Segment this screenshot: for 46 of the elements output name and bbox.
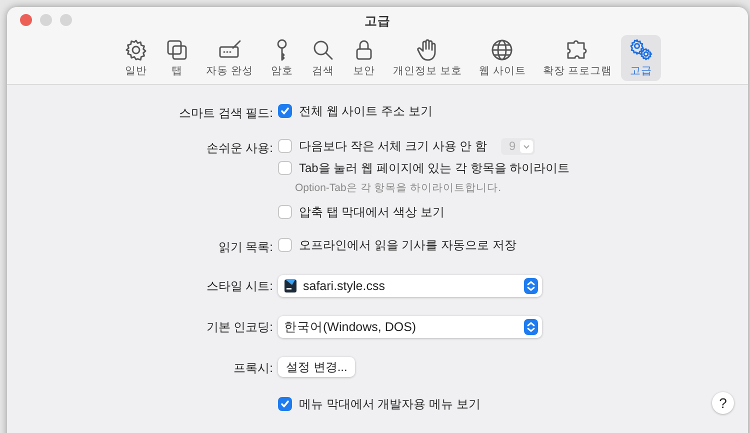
minimize-button[interactable] [40,14,52,26]
checkbox[interactable] [278,397,292,411]
checkmark-icon [280,106,290,116]
chevron-up-down-icon [524,319,538,335]
window-title: 고급 [364,13,390,30]
globe-icon [490,38,514,62]
setting-label: 프록시: [234,360,273,377]
popup-menu[interactable]: safari.style.css [278,275,542,297]
toolbar-tab[interactable]: 웹 사이트 [471,34,534,81]
zoom-button[interactable] [60,14,72,26]
checkbox-label: 오프라인에서 읽을 기사를 자동으로 저장 [299,237,516,254]
checkbox[interactable] [278,205,292,219]
toolbar-tab[interactable]: 일반 [116,34,156,81]
gear-icon [124,38,148,62]
checkbox[interactable] [278,238,292,252]
checkbox[interactable] [278,104,292,118]
close-button[interactable] [20,14,32,26]
help-button[interactable]: ? [712,392,734,414]
toolbar-tab[interactable]: 탭 [157,34,198,81]
checkbox-label: 메뉴 막대에서 개발자용 메뉴 보기 [299,396,480,413]
setting-label: 기본 인코딩: [206,319,273,336]
checkbox[interactable] [278,161,292,175]
tabs-icon [165,38,190,62]
hint-text: Option-Tab은 각 항목을 하이라이트합니다. [294,181,502,196]
setting-label: 읽기 목록: [218,239,273,256]
toolbar-tab[interactable]: 자동 완성 [198,34,262,81]
checkbox-label: 다음보다 작은 서체 크기 사용 안 함 [299,138,488,155]
toolbar-tab[interactable]: 암호 [262,34,302,81]
popup-menu[interactable]: 한국어(Windows, DOS) [278,316,542,338]
change-settings-button[interactable]: 설정 변경... [278,357,356,377]
checkmark-icon [280,399,290,409]
setting-label: 스타일 시트: [206,278,273,295]
chevron-up-down-icon [524,278,538,294]
toolbar-tab[interactable]: 개인정보 보호 [385,34,470,81]
setting-label: 손쉬운 사용: [206,140,273,157]
puzzle-piece-icon [565,38,590,62]
checkbox-label: 압축 탭 막대에서 색상 보기 [299,204,444,221]
checkbox-label: Tab을 눌러 웹 페이지에 있는 각 항목을 하이라이트 [299,160,570,177]
chevron-down-icon [520,140,533,152]
toolbar-tab[interactable]: 고급 [620,34,661,81]
toolbar-tab[interactable]: 보안 [344,34,384,81]
toolbar-tab[interactable]: 확장 프로그램 [534,34,620,81]
checkbox-label: 전체 웹 사이트 주소 보기 [299,103,432,120]
toolbar-tab[interactable]: 검색 [303,34,344,81]
gears-icon [628,38,653,62]
setting-label: 스마트 검색 필드: [178,105,273,122]
